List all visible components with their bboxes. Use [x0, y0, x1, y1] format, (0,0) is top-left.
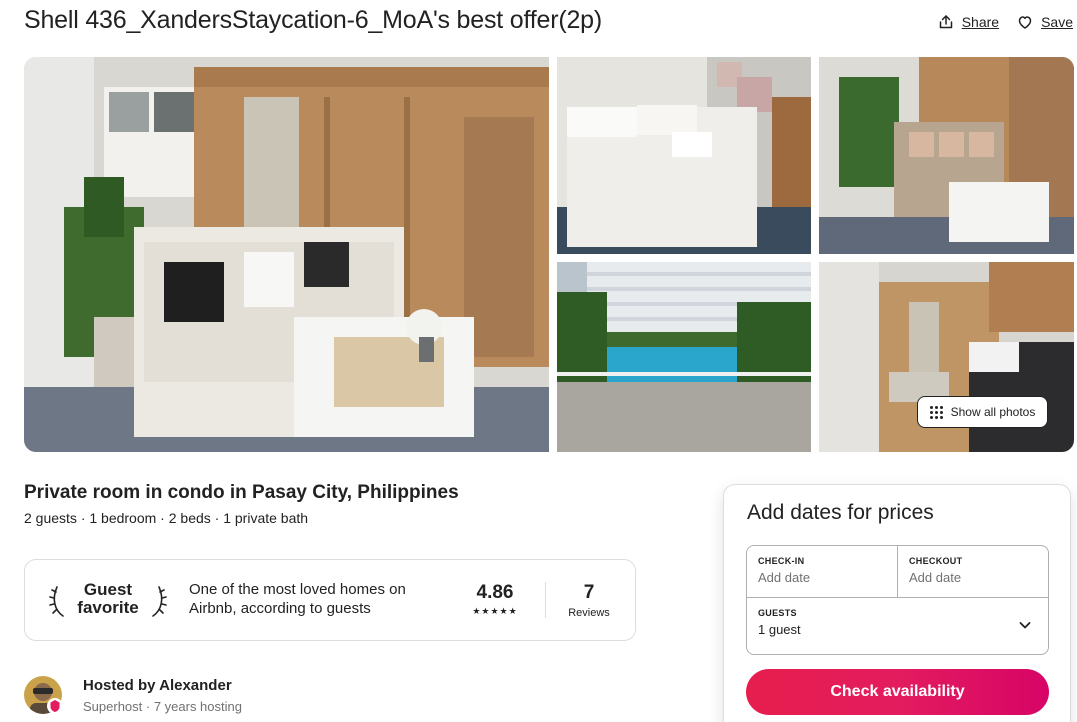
- listing-title: Shell 436_XandersStaycation-6_MoA's best…: [24, 6, 602, 34]
- save-label: Save: [1041, 14, 1073, 30]
- listing-details: 2 guests · 1 bedroom · 2 beds · 1 privat…: [24, 510, 309, 526]
- grid-icon: [929, 405, 943, 419]
- heart-icon: [1018, 16, 1032, 29]
- superhost-badge-icon: [47, 698, 63, 714]
- checkin-label: CHECK-IN: [758, 556, 805, 566]
- star-rating-icon: ★★★★★: [472, 606, 518, 616]
- laurel-right-icon: [152, 586, 167, 617]
- photo-living-area[interactable]: [819, 57, 1074, 254]
- guests-value: 1 guest: [758, 622, 801, 637]
- share-icon: [939, 15, 952, 29]
- divider: [545, 582, 546, 618]
- save-button[interactable]: Save: [1017, 14, 1073, 30]
- reviews-label: Reviews: [568, 607, 610, 619]
- guests-label: GUESTS: [758, 608, 797, 618]
- reviews-block[interactable]: 7 Reviews: [561, 582, 617, 619]
- show-all-photos-button[interactable]: Show all photos: [917, 396, 1048, 428]
- checkin-value: Add date: [758, 570, 811, 585]
- guest-favorite-card[interactable]: Guest favorite One of the most loved hom…: [24, 559, 636, 641]
- listing-subtitle: Private room in condo in Pasay City, Phi…: [24, 482, 459, 503]
- checkin-field[interactable]: CHECK-IN Add date: [747, 546, 898, 598]
- guest-favorite-description: One of the most loved homes on Airbnb, a…: [189, 581, 406, 617]
- checkout-value: Add date: [909, 570, 962, 585]
- main-photo-living-room[interactable]: [24, 57, 549, 452]
- show-all-photos-label: Show all photos: [950, 405, 1036, 419]
- guest-favorite-badge: Guest favorite: [49, 580, 167, 622]
- photo-pool-view[interactable]: [557, 262, 811, 452]
- top-actions: Share Save: [938, 14, 1073, 30]
- checkout-field[interactable]: CHECKOUT Add date: [898, 546, 1048, 598]
- reviews-count: 7: [583, 582, 595, 603]
- date-guest-picker: CHECK-IN Add date CHECKOUT Add date GUES…: [746, 545, 1049, 655]
- check-availability-button[interactable]: Check availability: [746, 669, 1049, 715]
- guest-favorite-label: Guest favorite: [77, 580, 139, 617]
- checkout-label: CHECKOUT: [909, 556, 963, 566]
- photo-gallery: [24, 57, 1074, 452]
- rating-block: 4.86 ★★★★★: [465, 582, 525, 617]
- share-button[interactable]: Share: [938, 14, 999, 30]
- booking-title: Add dates for prices: [747, 501, 934, 524]
- photo-bedroom[interactable]: [557, 57, 811, 254]
- guests-select[interactable]: GUESTS 1 guest: [747, 598, 1048, 654]
- laurel-left-icon: [49, 586, 64, 617]
- chevron-down-icon: [1019, 622, 1031, 629]
- booking-card: Add dates for prices CHECK-IN Add date C…: [723, 484, 1071, 722]
- rating-value: 4.86: [476, 582, 514, 603]
- share-label: Share: [961, 14, 1000, 30]
- host-name: Hosted by Alexander: [83, 677, 232, 694]
- host-meta: Superhost · 7 years hosting: [83, 699, 242, 714]
